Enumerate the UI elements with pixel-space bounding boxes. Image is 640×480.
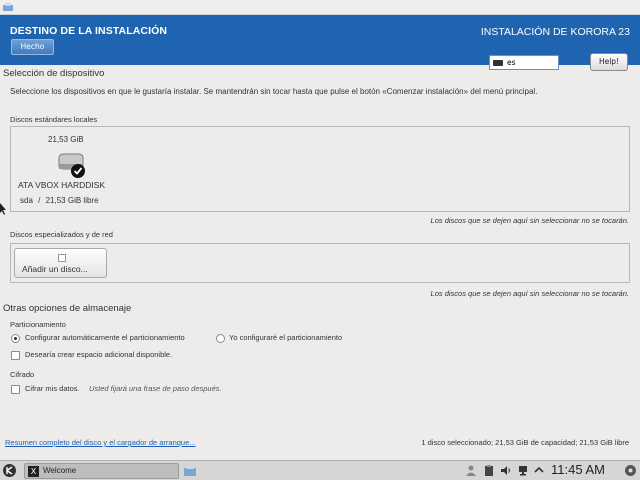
extra-space-checkbox[interactable] [11, 351, 20, 360]
radio-auto-partitioning[interactable] [11, 334, 20, 343]
installer-app-icon [3, 3, 13, 11]
volume-icon[interactable] [501, 465, 511, 476]
disk-free-space: 21,53 GiB libre [45, 196, 99, 205]
done-button[interactable]: Hecho [11, 39, 54, 55]
disk-name: ATA VBOX HARDDISK [18, 180, 106, 190]
device-selection-title: Selección de dispositivo [3, 68, 105, 79]
product-title: INSTALACIÓN DE KORORA 23 [480, 26, 630, 38]
tray-expand-icon[interactable] [534, 465, 544, 476]
local-disks-label: Discos estándares locales [10, 115, 98, 124]
selection-status: 1 disco seleccionado; 21,53 GiB de capac… [421, 438, 629, 447]
header-bar: DESTINO DE LA INSTALACIÓN Hecho INSTALAC… [0, 15, 640, 71]
disk-free-line: sda / 21,53 GiB libre [20, 196, 99, 205]
network-disks-note: Los discos que se dejen aquí sin selecci… [430, 289, 629, 298]
radio-manual-label[interactable]: Yo configuraré el particionamiento [229, 333, 342, 342]
task-label: Welcome [43, 466, 77, 475]
encrypt-hint: Usted fijará una frase de paso después. [89, 384, 222, 393]
installer-task-icon[interactable] [184, 465, 196, 476]
taskbar-clock[interactable]: 11:45 AM [551, 462, 605, 477]
user-icon[interactable] [466, 465, 476, 476]
disk-sda[interactable]: 21,53 GiB ATA VBOX HARDDISK sda / 21,53 … [12, 130, 128, 210]
summary-link[interactable]: Resumen completo del disco y el cargador… [5, 438, 196, 447]
mouse-pointer-icon [0, 203, 6, 215]
encrypt-label[interactable]: Cifrar mis datos. [25, 384, 80, 393]
radio-manual-partitioning[interactable] [216, 334, 225, 343]
taskbar: X Welcome 11:45 AM [0, 460, 640, 480]
storage-options-title: Otras opciones de almacenaje [3, 303, 132, 314]
disk-add-icon [58, 254, 66, 262]
keyboard-layout-indicator[interactable]: es [489, 55, 559, 70]
network-icon[interactable] [518, 465, 528, 476]
clipboard-icon[interactable] [484, 465, 494, 476]
keyboard-layout-value: es [507, 58, 516, 67]
page-title: DESTINO DE LA INSTALACIÓN [10, 25, 168, 37]
add-disk-button[interactable]: Añadir un disco... [14, 248, 107, 278]
taskbar-task-welcome[interactable]: X Welcome [24, 463, 179, 479]
x-window-icon: X [28, 466, 39, 477]
window-top-strip [0, 0, 640, 15]
disk-separator: / [38, 196, 41, 205]
desktop-toolbox-icon[interactable] [624, 464, 637, 477]
application-launcher-icon[interactable] [2, 463, 17, 478]
disk-device: sda [20, 196, 33, 205]
encrypt-checkbox[interactable] [11, 385, 20, 394]
extra-space-label[interactable]: Desearía crear espacio adicional disponi… [25, 350, 172, 359]
encryption-label: Cifrado [10, 370, 35, 379]
harddisk-selected-icon [58, 153, 85, 178]
network-disks-label: Discos especializados y de red [10, 230, 113, 239]
partitioning-label: Particionamiento [10, 320, 66, 329]
device-selection-description: Seleccione los dispositivos en que le gu… [10, 87, 538, 96]
add-disk-label: Añadir un disco... [22, 264, 88, 274]
local-disks-note: Los discos que se dejen aquí sin selecci… [430, 216, 629, 225]
help-button[interactable]: Help! [590, 53, 628, 71]
disk-size: 21,53 GiB [48, 135, 84, 144]
radio-auto-label[interactable]: Configurar automáticamente el particiona… [25, 333, 185, 342]
keyboard-icon [493, 60, 503, 66]
